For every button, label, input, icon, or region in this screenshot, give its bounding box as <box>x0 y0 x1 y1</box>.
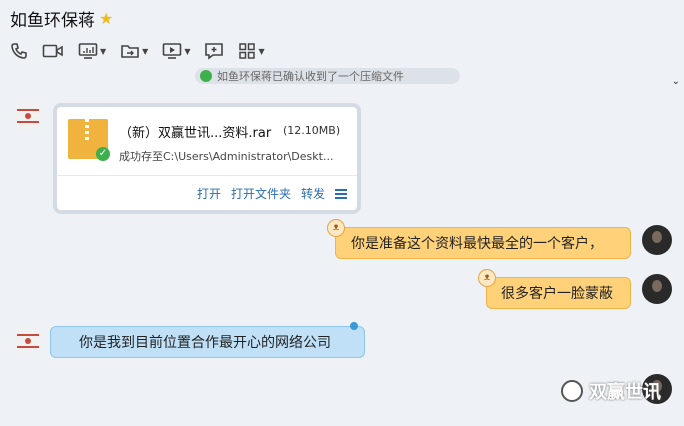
watermark: 双赢世讯 <box>561 378 661 404</box>
contact-name[interactable]: 如鱼环保蒋 <box>10 6 95 31</box>
file-message-card[interactable]: ✓ （新）双赢世讯...资料.rar (12.10MB) 成功存至C:\User… <box>53 103 361 214</box>
collapse-chevron-icon[interactable]: ⌄ <box>672 76 680 87</box>
system-notice-text: 如鱼环保蒋已确认收到了一个压缩文件 <box>217 70 404 83</box>
star-icon[interactable]: ★ <box>99 9 113 28</box>
outgoing-message[interactable]: ᴥ 你是准备这个资料最快最全的一个客户， <box>327 219 631 259</box>
my-avatar[interactable] <box>642 274 672 304</box>
file-actions: 打开 打开文件夹 转发 <box>57 185 347 202</box>
file-card-divider <box>57 175 357 176</box>
add-message-icon <box>205 43 224 60</box>
remote-desktop-button[interactable]: ▼ <box>162 42 190 60</box>
chevron-down-icon: ▼ <box>142 46 149 56</box>
message-text: 你是准备这个资料最快最全的一个客户， <box>351 236 603 252</box>
file-transfer-button[interactable]: ▼ <box>120 42 148 60</box>
apps-button[interactable]: ▼ <box>238 42 265 60</box>
open-file-link[interactable]: 打开 <box>197 185 221 202</box>
apps-icon <box>239 43 256 59</box>
chevron-down-icon: ▼ <box>184 46 191 56</box>
phone-icon <box>11 43 27 59</box>
open-folder-link[interactable]: 打开文件夹 <box>231 185 291 202</box>
forward-link[interactable]: 转发 <box>301 185 325 202</box>
message-text: 你是我到目前位置合作最开心的网络公司 <box>79 335 331 351</box>
file-save-status: 成功存至C:\Users\Administrator\Deskt... <box>119 150 334 163</box>
new-message-button[interactable] <box>204 42 224 60</box>
remote-desktop-icon <box>163 43 182 59</box>
contact-avatar[interactable] <box>13 326 43 356</box>
my-avatar[interactable] <box>642 225 672 255</box>
more-menu-icon[interactable] <box>335 188 347 199</box>
incoming-message[interactable]: 你是我到目前位置合作最开心的网络公司 <box>50 322 365 358</box>
archive-file-icon: ✓ <box>68 119 110 161</box>
voice-call-button[interactable] <box>10 42 28 60</box>
contact-title: 如鱼环保蒋 ★ <box>10 6 113 31</box>
file-transfer-icon <box>121 45 139 58</box>
chat-toolbar: ▼ ▼ ▼ ▼ <box>10 42 265 60</box>
chat-header: 如鱼环保蒋 ★ ▼ ▼ ▼ ▼ <box>0 0 684 70</box>
contact-avatar[interactable] <box>13 101 43 131</box>
success-check-icon: ✓ <box>96 147 110 161</box>
check-icon <box>200 70 212 82</box>
system-notice: 如鱼环保蒋已确认收到了一个压缩文件 <box>195 68 460 84</box>
chevron-down-icon: ▼ <box>258 46 265 56</box>
video-call-button[interactable] <box>42 42 64 60</box>
watermark-text: 双赢世讯 <box>589 382 661 403</box>
file-size: (12.10MB) <box>283 124 341 137</box>
file-name: （新）双赢世讯...资料.rar <box>119 126 272 141</box>
outgoing-message[interactable]: ᴥ 很多客户一脸蒙蔽 <box>478 269 631 309</box>
screen-share-button[interactable]: ▼ <box>78 42 106 60</box>
bubble-decoration-icon <box>350 322 358 330</box>
wechat-logo-icon <box>561 380 583 402</box>
bubble-decoration-icon: ᴥ <box>478 269 496 287</box>
chevron-down-icon: ▼ <box>100 46 107 56</box>
bubble-decoration-icon: ᴥ <box>327 219 345 237</box>
message-text: 很多客户一脸蒙蔽 <box>501 286 613 302</box>
video-icon <box>42 44 63 58</box>
screen-share-icon <box>78 43 98 59</box>
